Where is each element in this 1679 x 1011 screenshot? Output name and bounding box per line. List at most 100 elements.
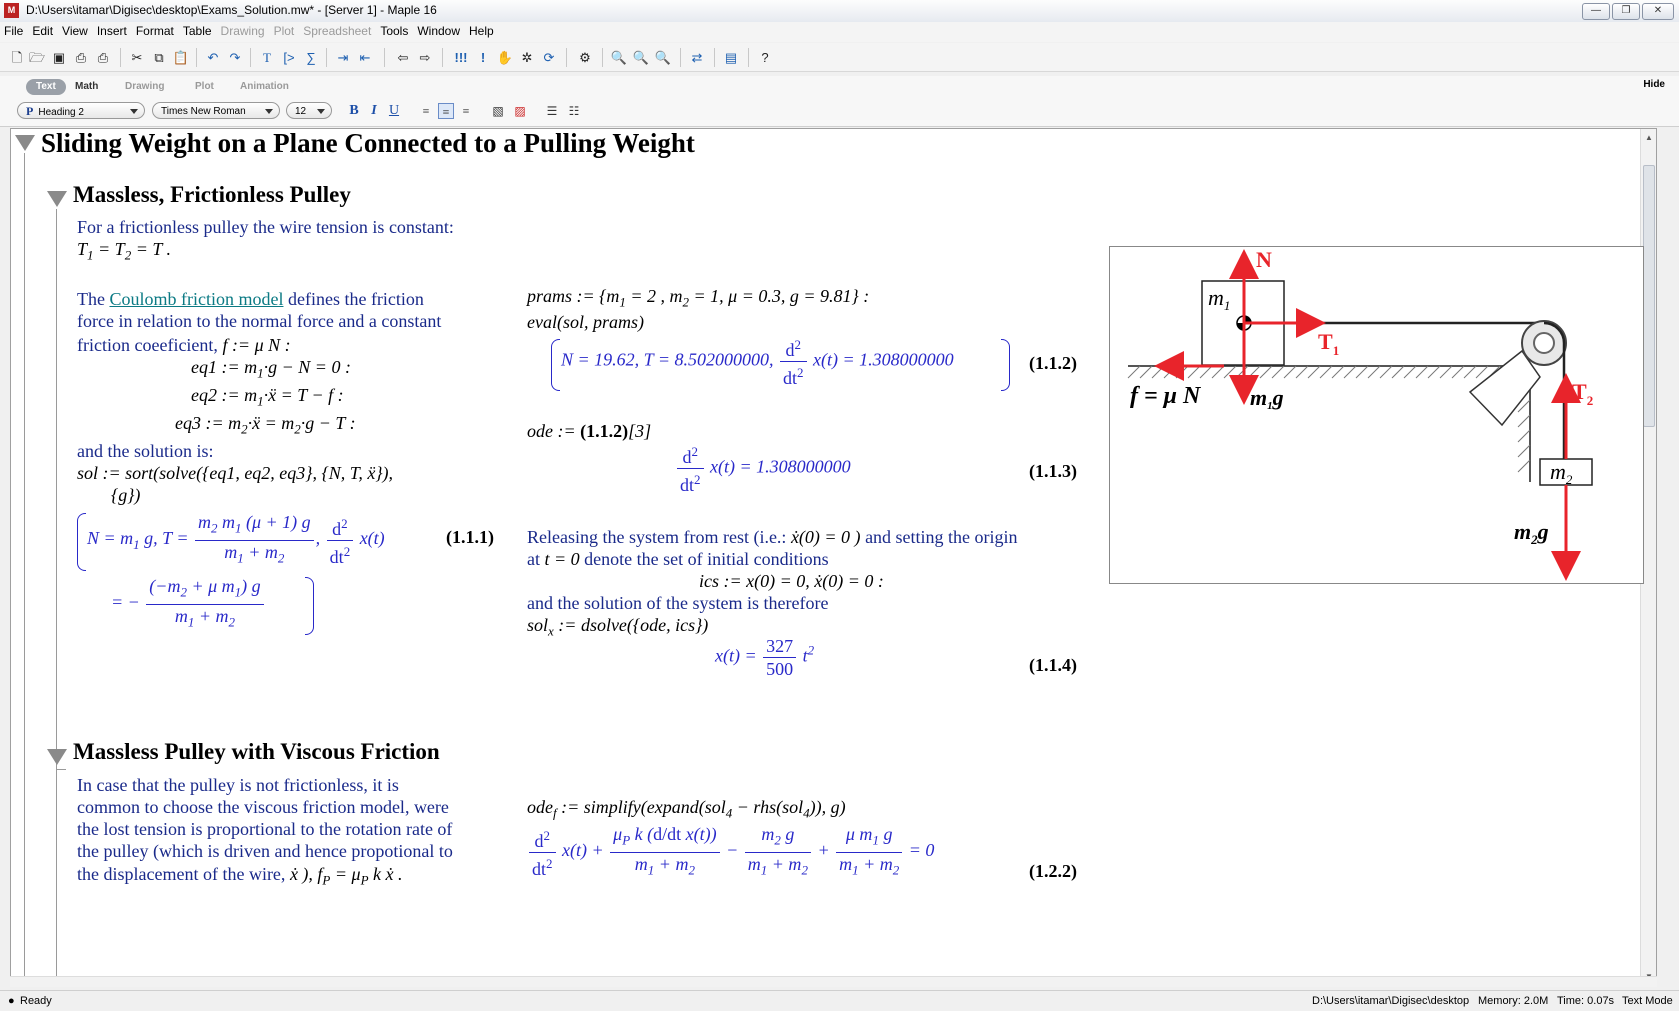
tab-animation[interactable]: Animation [240,79,289,95]
back-icon[interactable]: ⇦ [394,49,412,66]
underline-button[interactable]: U [386,103,402,119]
scroll-thumb[interactable] [1643,165,1655,427]
toolbar-separator [384,48,385,67]
status-mode: Text Mode [1622,995,1673,1007]
menu-plot[interactable]: Plot [270,22,300,38]
text-mode-icon[interactable]: T [258,49,276,66]
tab-math[interactable]: Math [75,79,98,95]
execute-all-icon[interactable]: !!! [452,49,470,66]
indent-icon[interactable]: ⇥ [334,49,352,66]
text-color-icon[interactable]: ▧ [490,103,506,119]
sol-input-line2[interactable]: {g}) [111,485,140,506]
label-N: N [1256,247,1272,272]
document-area[interactable]: ▲ ▼ Sliding Weight on a Plane Connected … [10,128,1657,986]
ode-input[interactable]: ode := (1.1.2)[3] [527,421,651,442]
maximize-button[interactable]: ❐ [1612,3,1640,20]
title-bar: M D:\Users\itamar\Digisec\desktop\Exams_… [0,0,1679,23]
coulomb-link[interactable]: Coulomb friction model [109,289,283,309]
zoom-150-icon[interactable]: 🔍 [632,49,650,66]
menu-drawing[interactable]: Drawing [217,22,270,38]
menu-spreadsheet[interactable]: Spreadsheet [299,22,376,38]
redo-icon[interactable]: ↷ [226,49,244,66]
highlight-color-icon[interactable]: ▨ [512,103,528,119]
new-document-icon[interactable]: 🗋 [8,49,26,66]
prams-input[interactable]: prams := {m1 = 2 , m2 = 1, μ = 0.3, g = … [527,286,869,311]
save-icon[interactable]: ▣ [50,49,68,66]
outdent-icon[interactable]: ⇤ [356,49,374,66]
align-right-icon[interactable]: ≡ [458,103,474,119]
section-range-line [56,209,57,769]
ground-hatch [1127,365,1525,379]
eq1-input[interactable]: eq1 := m1·g − N = 0 : [191,357,351,382]
tab-drawing[interactable]: Drawing [125,79,164,95]
menu-format[interactable]: Format [132,22,179,38]
menu-insert[interactable]: Insert [93,22,132,38]
ics-input[interactable]: ics := x(0) = 0, ẋ(0) = 0 : [699,571,884,592]
math-prompt-icon[interactable]: [> [280,49,298,66]
section-collapse-icon[interactable] [15,135,35,151]
tab-plot[interactable]: Plot [195,79,214,95]
copy-icon[interactable]: ⧉ [150,49,168,66]
menu-bar: File Edit View Insert Format Table Drawing Plot… [0,22,1679,42]
swap-icon[interactable]: ⇄ [688,49,706,66]
close-button[interactable]: ✕ [1642,3,1674,20]
scroll-up-icon[interactable]: ▲ [1645,133,1653,142]
status-indicator-icon: ● [8,995,15,1007]
font-select[interactable]: Times New Roman [152,102,280,119]
settings-icon[interactable]: ⚙ [576,49,594,66]
status-path: D:\Users\itamar\Digisec\desktop [1312,995,1470,1007]
sol-input-line1[interactable]: sol := sort(solve({eq1, eq2, eq3}, {N, T… [77,463,393,484]
output-111-line1: N = m1 g, T = m2 m1 (μ + 1) g m1 + m2, d2… [87,512,385,567]
print-preview-icon[interactable]: ⎙ [94,49,112,66]
menu-tools[interactable]: Tools [376,22,413,38]
italic-button[interactable]: I [366,103,382,119]
style-select[interactable]: P Heading 2 [17,102,145,119]
tab-text[interactable]: Text [26,79,66,95]
menu-table[interactable]: Table [179,22,217,38]
help-icon[interactable]: ? [756,49,774,66]
equation-label-114: (1.1.4) [1029,655,1077,675]
sum-icon[interactable]: ∑ [302,49,320,66]
bullet-list-icon[interactable]: ☰ [544,103,560,119]
coulomb-paragraph-line1: The Coulomb friction model defines the f… [77,289,424,310]
horizontal-scrollbar[interactable] [10,976,1657,987]
menu-file[interactable]: File [0,22,28,38]
output-113: d2 dt2 x(t) = 1.308000000 [675,441,851,496]
numbered-list-icon[interactable]: ☷ [566,103,582,119]
eval-command: eval [527,312,557,332]
restart-icon[interactable]: ⟳ [540,49,558,66]
toolbar-separator [602,48,603,67]
menu-window[interactable]: Window [413,22,465,38]
paste-icon[interactable]: 📋 [172,49,190,66]
section-collapse-icon[interactable] [47,749,67,765]
undo-icon[interactable]: ↶ [204,49,222,66]
cut-icon[interactable]: ✂ [128,49,146,66]
zoom-200-icon[interactable]: 🔍 [654,49,672,66]
eq3-input[interactable]: eq3 := m2·ẍ = m2·g − T : [175,413,356,438]
zoom-100-icon[interactable]: 🔍 [610,49,628,66]
open-icon[interactable]: 🗁 [28,49,46,66]
print-icon[interactable]: ⎙ [72,49,90,66]
section-range-end [56,769,66,770]
interrupt-icon[interactable]: ✋ [496,49,514,66]
font-size-select[interactable]: 12 [286,102,332,119]
debug-icon[interactable]: ✲ [518,49,536,66]
tension-equation: T1 = T2 = T . [77,239,172,263]
hide-context-bar-button[interactable]: Hide [1643,79,1665,90]
minimize-button[interactable]: — [1582,3,1610,20]
forward-icon[interactable]: ⇨ [416,49,434,66]
toolbar-separator [442,48,443,67]
align-left-icon[interactable]: ≡ [418,103,434,119]
menu-help[interactable]: Help [465,22,499,38]
eval-input[interactable]: eval(sol, prams) [527,312,644,333]
bold-button[interactable]: B [346,103,362,119]
eq2-input[interactable]: eq2 := m1·ẍ = T − f : [191,385,344,410]
section-collapse-icon[interactable] [47,191,67,207]
execute-icon[interactable]: ! [474,49,492,66]
dsolve-input[interactable]: solx := dsolve({ode, ics}) [527,615,708,640]
document-block-icon[interactable]: ▤ [722,49,740,66]
odef-input[interactable]: odef := simplify(expand(sol4 − rhs(sol4)… [527,797,846,822]
align-center-icon[interactable]: ≡ [438,103,454,119]
menu-view[interactable]: View [58,22,93,38]
menu-edit[interactable]: Edit [28,22,58,38]
